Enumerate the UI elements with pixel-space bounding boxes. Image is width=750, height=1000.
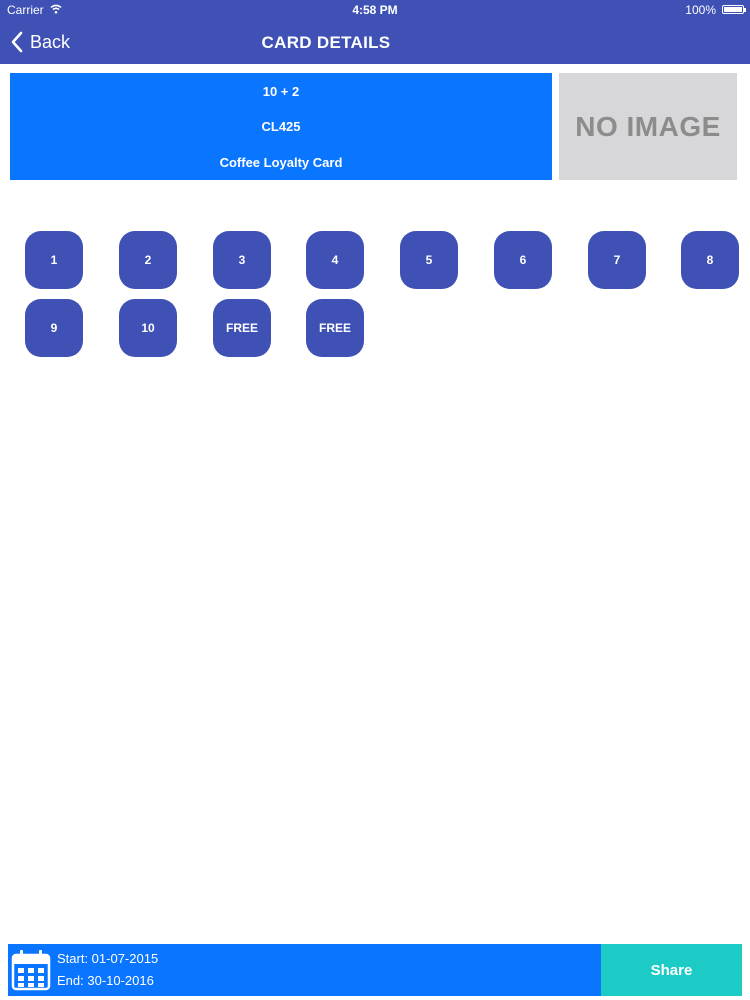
status-time: 4:58 PM xyxy=(352,3,398,17)
calendar-icon xyxy=(11,950,51,991)
stamp-1[interactable]: 1 xyxy=(25,231,83,289)
stamp-5[interactable]: 5 xyxy=(400,231,458,289)
stamp-free-1[interactable]: FREE xyxy=(213,299,271,357)
page-title: CARD DETAILS xyxy=(261,33,391,52)
stamp-3[interactable]: 3 xyxy=(213,231,271,289)
battery-icon xyxy=(722,5,746,14)
card-image-placeholder: NO IMAGE xyxy=(559,73,737,180)
card-code: CL425 xyxy=(261,119,301,134)
stamp-7[interactable]: 7 xyxy=(588,231,646,289)
stamp-2[interactable]: 2 xyxy=(119,231,177,289)
end-date: End: 30-10-2016 xyxy=(57,973,154,988)
card-name: Coffee Loyalty Card xyxy=(219,155,343,170)
start-date: Start: 01-07-2015 xyxy=(57,951,159,966)
stamp-4[interactable]: 4 xyxy=(306,231,364,289)
card-footer: Start: 01-07-2015 End: 30-10-2016 Share xyxy=(8,944,742,996)
navigation-bar: Carrier 4:58 PM 100% Back CARD DETAILS xyxy=(0,0,750,64)
stamp-10[interactable]: 10 xyxy=(119,299,177,357)
stamp-free-2[interactable]: FREE xyxy=(306,299,364,357)
card-offer: 10 + 2 xyxy=(262,84,300,99)
share-button[interactable]: Share xyxy=(601,944,742,996)
card-info-panel: 10 + 2 CL425 Coffee Loyalty Card xyxy=(10,73,552,180)
stamp-9[interactable]: 9 xyxy=(25,299,83,357)
stamp-8[interactable]: 8 xyxy=(681,231,739,289)
battery-percent: 100% xyxy=(685,3,716,17)
stamp-6[interactable]: 6 xyxy=(494,231,552,289)
status-bar: Carrier 4:58 PM 100% xyxy=(0,0,750,20)
